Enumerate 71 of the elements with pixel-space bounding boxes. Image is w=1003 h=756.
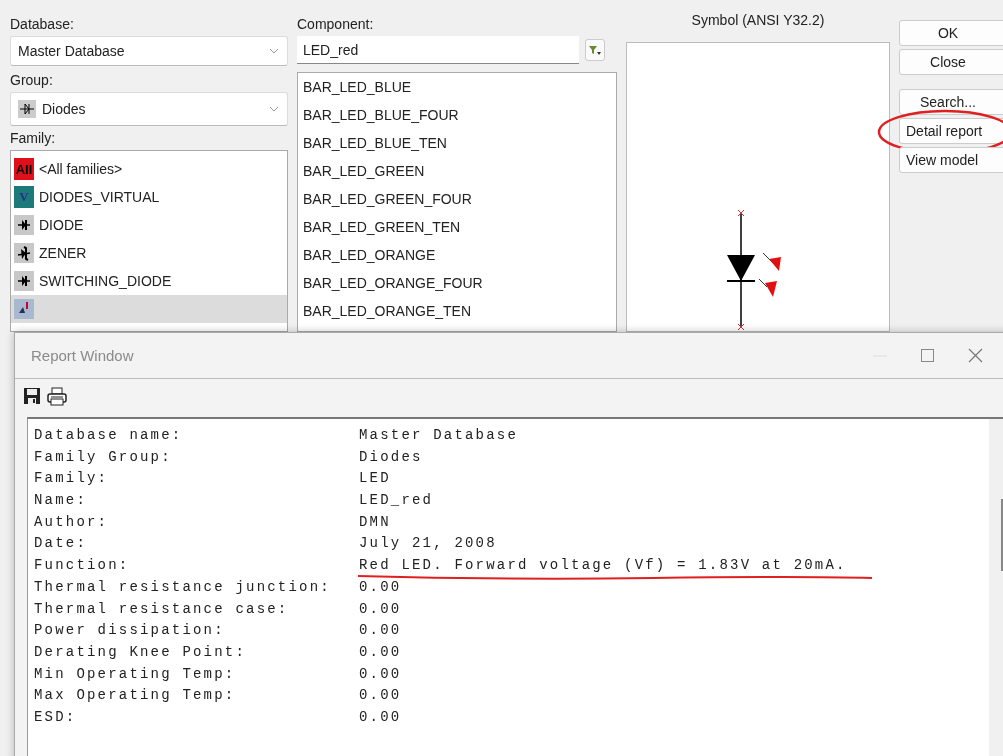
report-value: 0.00: [359, 577, 402, 597]
report-value: 0.00: [359, 707, 402, 727]
report-label: Thermal resistance junction:: [34, 577, 332, 597]
component-item[interactable]: BAR_LED_GREEN_TEN: [298, 213, 616, 241]
window-title: Report Window: [31, 347, 135, 364]
report-label: Thermal resistance case:: [34, 599, 290, 619]
family-item[interactable]: SWITCHING_DIODE: [11, 267, 287, 295]
chevron-down-icon: [269, 106, 279, 112]
diode-icon: [18, 100, 36, 118]
zener-diode-icon: [14, 243, 34, 263]
report-value: Diodes: [359, 447, 423, 467]
report-label: Date:: [34, 534, 88, 554]
family-item[interactable]: DIODE: [11, 211, 287, 239]
component-item[interactable]: BAR_LED_BLUE: [298, 73, 616, 101]
component-item[interactable]: BAR_LED_GREEN: [298, 157, 616, 185]
report-value: LED: [359, 469, 391, 489]
report-label: Family Group:: [34, 447, 173, 467]
report-label: Power dissipation:: [34, 621, 226, 641]
component-item[interactable]: BAR_LED_GREEN_FOUR: [298, 185, 616, 213]
filter-button[interactable]: [585, 39, 605, 61]
report-label: Database name:: [34, 426, 184, 445]
chevron-down-icon: [269, 48, 279, 54]
field-label: Component:: [297, 15, 375, 34]
component-item[interactable]: BAR_LED_BLUE_FOUR: [298, 101, 616, 129]
save-icon[interactable]: [23, 387, 41, 405]
report-value: DMN: [359, 512, 391, 532]
dialog-button[interactable]: View model: [899, 147, 1003, 173]
field-label: Family:: [10, 129, 57, 148]
report-label: Family:: [34, 469, 110, 489]
filter-icon: [588, 44, 602, 56]
report-label: Name:: [34, 491, 88, 511]
component-item[interactable]: BAR_LED_ORANGE_TEN: [298, 297, 616, 325]
component-item[interactable]: BAR_LED_ORANGE: [298, 241, 616, 269]
dialog-button[interactable]: OK: [899, 20, 1003, 46]
report-label: Function:: [34, 556, 131, 576]
diode-icon: [14, 271, 34, 291]
component-field[interactable]: LED_red: [297, 36, 579, 64]
database-dropdown[interactable]: Master Database: [10, 36, 288, 66]
field-label: Group:: [10, 71, 54, 90]
print-icon[interactable]: [47, 386, 67, 406]
close-icon[interactable]: [968, 348, 983, 363]
family-item[interactable]: ZENER: [11, 239, 287, 267]
dialog-button[interactable]: Close: [899, 49, 1003, 75]
panel-title: Symbol (ANSI Y32.2): [690, 11, 826, 30]
report-value: Red LED. Forward voltage (Vf) = 1.83V at 20mA.: [359, 556, 847, 576]
report-label: Max Operating Temp:: [34, 686, 237, 706]
group-dropdown[interactable]: Diodes: [10, 92, 288, 126]
report-value: 0.00: [359, 642, 402, 662]
report-label: Derating Knee Point:: [34, 642, 248, 662]
maximize-icon[interactable]: [921, 349, 934, 362]
virtual-badge-icon: V: [14, 186, 34, 208]
report-value: 0.00: [359, 599, 402, 619]
dialog-button[interactable]: Detail report: [899, 118, 1003, 144]
field-label: Database:: [10, 15, 75, 34]
report-label: ESD:: [34, 707, 78, 727]
all-badge-icon: All: [14, 158, 34, 180]
family-item[interactable]: All <All families>: [11, 155, 287, 183]
report-value: LED_red: [359, 491, 434, 511]
report-value: 0.00: [359, 664, 402, 684]
report-value: 0.00: [359, 686, 402, 706]
family-item[interactable]: V DIODES_VIRTUAL: [11, 183, 287, 211]
report-label: Author:: [34, 512, 110, 532]
dialog-button[interactable]: Search...: [899, 89, 1003, 115]
diode-icon: [14, 215, 34, 235]
component-item[interactable]: BAR_LED_ORANGE_FOUR: [298, 269, 616, 297]
report-value: Master Database: [359, 426, 519, 445]
report-value: July 21, 2008: [359, 534, 497, 554]
led-icon: [14, 299, 34, 319]
component-item[interactable]: BAR_LED_BLUE_TEN: [298, 129, 616, 157]
report-value: 0.00: [359, 621, 402, 641]
report-label: Min Operating Temp:: [34, 664, 237, 684]
